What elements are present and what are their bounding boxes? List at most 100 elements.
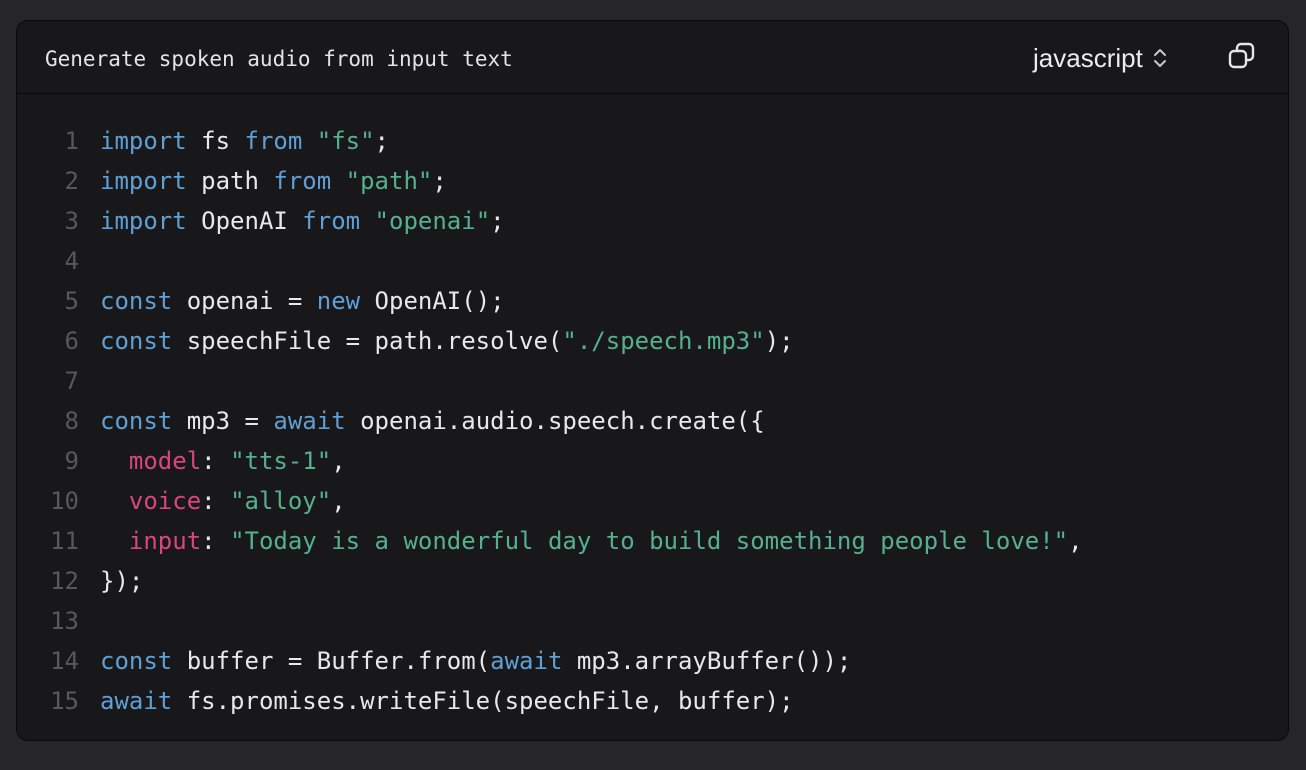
code-line: 2 import path from "path"; [17,161,1288,201]
keyword-token: import [100,207,187,235]
code-line: 1 import fs from "fs"; [17,121,1288,161]
code-text: const buffer = Buffer.from(await mp3.arr… [100,641,851,681]
code-text: input: "Today is a wonderful day to buil… [100,521,1083,561]
code-token: path [186,167,274,195]
code-token: openai.audio.speech.create({ [345,407,765,435]
language-select[interactable]: javascript [1033,41,1167,75]
keyword-token: await [490,647,563,675]
keyword-token: const [100,327,173,355]
keyword-token: from [273,167,332,195]
property-token: model [128,447,202,475]
copy-button[interactable] [1223,41,1261,75]
code-token: OpenAI [186,207,303,235]
string-token: "path" [345,167,433,195]
line-number: 4 [64,247,79,275]
line-number: 6 [64,327,79,355]
string-token: "Today is a wonderful day to build somet… [230,527,1069,555]
line-number: 7 [64,367,79,395]
code-token: : [201,447,231,475]
code-token: fs.promises.writeFile(speechFile, buffer… [172,687,794,715]
keyword-token: import [100,167,187,195]
code-body: 1 import fs from "fs"; 2 import path from "… [17,121,1288,721]
code-token: ; [374,127,389,155]
code-token: mp3.arrayBuffer()); [562,647,852,675]
code-text: import fs from "fs"; [100,121,389,161]
language-select-label: javascript [1033,43,1143,73]
code-line: 10 voice: "alloy", [17,481,1288,521]
code-header: Generate spoken audio from input text ja… [17,21,1288,94]
line-number: 3 [64,207,79,235]
code-token: ; [432,167,447,195]
line-number: 8 [64,407,79,435]
string-token: "alloy" [230,487,332,515]
code-line: 4 [17,241,1288,281]
code-line: 3 import OpenAI from "openai"; [17,201,1288,241]
line-number: 5 [64,287,79,315]
code-line: 14 const buffer = Buffer.from(await mp3.a… [17,641,1288,681]
code-token: OpenAI(); [360,287,505,315]
keyword-token: const [100,287,173,315]
code-snippet-panel: Generate spoken audio from input text ja… [16,20,1289,741]
keyword-token: from [302,207,361,235]
chevron-up-down-icon [1153,47,1167,69]
code-token: fs [186,127,245,155]
code-text: const speechFile = path.resolve("./speec… [100,321,794,361]
line-number: 11 [50,527,79,555]
code-token: ; [490,207,505,235]
string-token: "./speech.mp3" [562,327,765,355]
code-token: speechFile = path.resolve( [172,327,563,355]
code-token: , [1068,527,1083,555]
string-token: "openai" [374,207,491,235]
code-text: import path from "path"; [100,161,447,201]
keyword-token: await [100,687,173,715]
code-text: model: "tts-1", [100,441,346,481]
code-token: : [201,527,231,555]
code-line: 9 model: "tts-1", [17,441,1288,481]
property-token: voice [128,487,202,515]
code-line: 8 const mp3 = await openai.audio.speech.c… [17,401,1288,441]
code-token: , [331,447,346,475]
code-text: const mp3 = await openai.audio.speech.cr… [100,401,765,441]
code-line: 6 const speechFile = path.resolve("./spee… [17,321,1288,361]
code-token: mp3 = [172,407,274,435]
string-token: "fs" [316,127,375,155]
snippet-title: Generate spoken audio from input text [45,47,513,71]
code-text: await fs.promises.writeFile(speechFile, … [100,681,794,721]
string-token: "tts-1" [230,447,332,475]
code-line: 5 const openai = new OpenAI(); [17,281,1288,321]
line-number: 10 [50,487,79,515]
line-number: 12 [50,567,79,595]
code-line: 15 await fs.promises.writeFile(speechFile… [17,681,1288,721]
keyword-token: from [244,127,303,155]
code-token: ); [764,327,794,355]
code-text: voice: "alloy", [100,481,346,521]
code-token: : [201,487,231,515]
keyword-token: const [100,647,173,675]
copy-icon [1227,41,1257,76]
code-text: const openai = new OpenAI(); [100,281,505,321]
code-text: }); [100,561,143,601]
line-number: 15 [50,687,79,715]
line-number: 13 [50,607,79,635]
code-line: 12}); [17,561,1288,601]
code-line: 11 input: "Today is a wonderful day to b… [17,521,1288,561]
property-token: input [128,527,202,555]
line-number: 2 [64,167,79,195]
keyword-token: import [100,127,187,155]
code-line: 7 [17,361,1288,401]
code-line: 13 [17,601,1288,641]
code-token: buffer = Buffer.from( [172,647,491,675]
keyword-token: new [316,287,361,315]
code-token: openai = [172,287,317,315]
line-number: 9 [64,447,79,475]
code-text: import OpenAI from "openai"; [100,201,505,241]
keyword-token: const [100,407,173,435]
keyword-token: await [273,407,346,435]
line-number: 1 [64,127,79,155]
